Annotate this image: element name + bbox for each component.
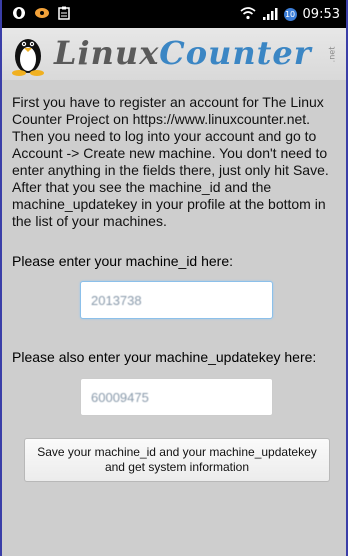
instructions-text: First you have to register an account fo… [12,94,329,229]
machine-id-input[interactable]: 2013738 [80,281,273,319]
clipboard-icon [58,5,70,24]
machine-updatekey-input[interactable]: 60009475 [80,378,273,416]
tux-penguin-icon [8,32,48,80]
machine-id-value: 2013738 [91,292,142,308]
frame-left-edge [0,0,2,556]
notification-badge: 10 [283,7,297,21]
machine-updatekey-label: Please also enter your machine_updatekey… [12,349,317,365]
status-time: 09:53 [302,6,340,22]
app-header: LinuxCounter .net [2,28,346,80]
logo-part-linux: Linux [54,34,160,72]
logo-suffix-net: .net [327,46,337,63]
signal-icon [262,5,278,24]
wifi-icon [240,5,256,24]
main-content: First you have to register an account fo… [12,94,336,230]
site-logo: LinuxCounter [54,34,312,72]
ubuntu-icon [34,5,50,24]
save-and-get-info-button[interactable]: Save your machine_id and your machine_up… [24,438,330,482]
logo-part-counter: Counter [159,34,312,72]
machine-id-label: Please enter your machine_id here: [12,253,234,269]
opera-icon [12,5,26,24]
machine-updatekey-value: 60009475 [91,389,149,405]
status-bar: 10 09:53 [2,0,346,28]
